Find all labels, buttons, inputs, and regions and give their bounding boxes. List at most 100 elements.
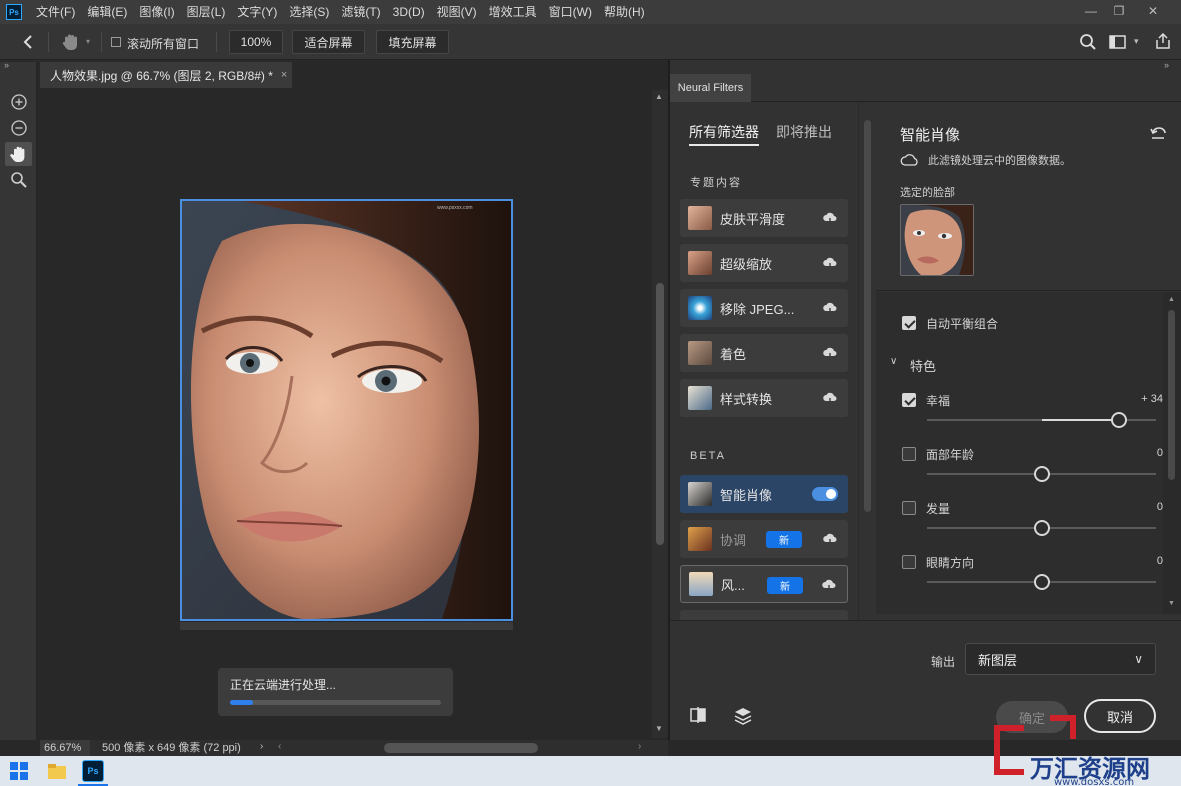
minimize-icon[interactable]: — xyxy=(1076,0,1106,22)
scroll-all-checkbox[interactable] xyxy=(111,37,121,47)
chevron-down-icon[interactable]: ∨ xyxy=(890,356,897,367)
hand-tool-icon[interactable] xyxy=(5,142,32,166)
facial-age-checkbox[interactable] xyxy=(902,447,916,461)
progress-bar xyxy=(230,700,441,705)
neural-filters-tab[interactable]: Neural Filters xyxy=(670,74,751,102)
zoom-in-icon[interactable] xyxy=(5,90,32,114)
menu-image[interactable]: 图像(I) xyxy=(133,0,180,24)
status-chevron-icon[interactable]: › xyxy=(260,741,263,752)
hair-thickness-slider-track[interactable] xyxy=(927,520,1156,536)
vertical-scrollbar[interactable]: ▲ ▼ xyxy=(652,90,668,738)
settings-scroll-thumb[interactable] xyxy=(1168,310,1175,480)
cloud-download-icon[interactable] xyxy=(822,300,838,316)
windows-start-icon[interactable] xyxy=(8,760,30,782)
filter-item-style-transfer[interactable]: 样式转换 xyxy=(680,379,848,417)
search-icon[interactable] xyxy=(1079,33,1097,51)
menu-layer[interactable]: 图层(L) xyxy=(181,0,232,24)
filter-list-scrollbar[interactable] xyxy=(858,102,876,620)
eye-direction-checkbox[interactable] xyxy=(902,555,916,569)
facial-age-slider-knob[interactable] xyxy=(1033,466,1050,482)
status-bar: 66.67% 500 像素 x 649 像素 (72 ppi) › ‹ › xyxy=(40,740,668,756)
menu-file[interactable]: 文件(F) xyxy=(30,0,81,24)
output-select[interactable]: 新图层 ∨ xyxy=(965,643,1156,675)
smart-portrait-toggle[interactable] xyxy=(812,487,838,501)
menu-window[interactable]: 窗口(W) xyxy=(543,0,598,24)
tab-all-filters[interactable]: 所有筛选器 xyxy=(689,122,759,142)
compare-icon[interactable] xyxy=(688,705,708,725)
facial-age-slider-track[interactable] xyxy=(927,466,1156,482)
scroll-up-icon[interactable]: ▲ xyxy=(1168,296,1175,303)
settings-scrollbar[interactable]: ▲ ▼ xyxy=(1163,292,1181,614)
close-icon[interactable]: ✕ xyxy=(1138,0,1168,22)
scroll-right-icon[interactable]: › xyxy=(638,741,641,752)
hair-thickness-checkbox[interactable] xyxy=(902,501,916,515)
zoom-100-button[interactable]: 100% xyxy=(229,30,283,54)
menu-help[interactable]: 帮助(H) xyxy=(598,0,651,24)
cloud-note: 此滤镜处理云中的图像数据。 xyxy=(900,152,1071,168)
reset-icon[interactable] xyxy=(1148,124,1168,142)
restore-icon[interactable]: ❐ xyxy=(1104,0,1134,22)
svg-text:www.psxxx.com: www.psxxx.com xyxy=(437,205,473,211)
filter-item-landscape-mixer[interactable]: 风... 新 xyxy=(680,565,848,603)
filter-item-jpeg-removal[interactable]: 移除 JPEG... xyxy=(680,289,848,327)
zoom-out-icon[interactable] xyxy=(5,116,32,140)
scroll-left-icon[interactable]: ‹ xyxy=(278,741,281,752)
filter-list-scroll-thumb[interactable] xyxy=(864,120,871,512)
status-zoom[interactable]: 66.67% xyxy=(40,740,90,756)
selected-face-thumbnail[interactable] xyxy=(900,204,974,276)
happiness-checkbox[interactable] xyxy=(902,393,916,407)
menu-plugins[interactable]: 增效工具 xyxy=(483,0,543,24)
workspace-icon[interactable] xyxy=(1109,34,1127,50)
close-tab-icon[interactable]: × xyxy=(281,69,287,81)
horizontal-scroll-thumb[interactable] xyxy=(384,743,538,753)
happiness-slider-knob[interactable] xyxy=(1111,412,1128,428)
watermark-url: www.dosxs.com xyxy=(1054,777,1134,786)
cloud-download-icon[interactable] xyxy=(822,531,838,547)
filter-item-skin-smoothing[interactable]: 皮肤平滑度 xyxy=(680,199,848,237)
filter-item-harmonization[interactable]: 协调 新 xyxy=(680,520,848,558)
happiness-slider-track[interactable] xyxy=(927,412,1156,428)
workspace-chevron-icon[interactable]: ▾ xyxy=(1134,36,1139,47)
menu-bar: Ps 文件(F) 编辑(E) 图像(I) 图层(L) 文字(Y) 选择(S) 滤… xyxy=(0,0,1181,24)
filter-label: 协调 xyxy=(720,532,747,548)
cloud-download-icon[interactable] xyxy=(822,255,838,271)
menu-type[interactable]: 文字(Y) xyxy=(231,0,283,24)
canvas-bottom-edge xyxy=(180,622,513,630)
tool-preset-chevron-icon[interactable]: ▾ xyxy=(86,37,90,46)
fill-screen-button[interactable]: 填充屏幕 xyxy=(376,30,449,54)
filter-item-super-zoom[interactable]: 超级缩放 xyxy=(680,244,848,282)
scroll-down-icon[interactable]: ▼ xyxy=(655,724,663,733)
zoom-tool-icon[interactable] xyxy=(5,168,32,192)
eye-direction-slider-track[interactable] xyxy=(927,574,1156,590)
vertical-scroll-thumb[interactable] xyxy=(656,283,664,545)
cloud-download-icon[interactable] xyxy=(822,345,838,361)
filter-item-smart-portrait[interactable]: 智能肖像 xyxy=(680,475,848,513)
collapse-panel-icon[interactable]: » xyxy=(1164,60,1169,70)
menu-filter[interactable]: 滤镜(T) xyxy=(335,0,386,24)
facial-age-value: 0 xyxy=(1156,447,1163,459)
happiness-value: + 34 xyxy=(1141,393,1163,405)
filter-item-colorize[interactable]: 着色 xyxy=(680,334,848,372)
cloud-download-icon[interactable] xyxy=(822,210,838,226)
share-icon[interactable] xyxy=(1154,32,1172,50)
scroll-down-icon[interactable]: ▼ xyxy=(1168,600,1175,607)
back-arrow-icon[interactable] xyxy=(18,32,38,52)
cloud-download-icon[interactable] xyxy=(821,577,837,593)
new-badge: 新 xyxy=(767,577,803,594)
fit-screen-button[interactable]: 适合屏幕 xyxy=(292,30,365,54)
hair-thickness-slider-knob[interactable] xyxy=(1033,520,1050,536)
menu-view[interactable]: 视图(V) xyxy=(431,0,483,24)
auto-balance-checkbox[interactable] xyxy=(902,316,916,330)
eye-direction-slider-knob[interactable] xyxy=(1033,574,1050,590)
menu-3d[interactable]: 3D(D) xyxy=(387,0,431,24)
layers-icon[interactable] xyxy=(732,705,754,727)
scroll-up-icon[interactable]: ▲ xyxy=(655,92,663,101)
menu-edit[interactable]: 编辑(E) xyxy=(81,0,133,24)
hand-tool-icon[interactable] xyxy=(60,32,82,52)
tab-coming-soon[interactable]: 即将推出 xyxy=(776,122,832,142)
document-tab[interactable]: 人物效果.jpg @ 66.7% (图层 2, RGB/8#) * × xyxy=(40,62,292,88)
menu-select[interactable]: 选择(S) xyxy=(283,0,335,24)
photoshop-taskbar-icon[interactable]: Ps xyxy=(82,760,104,782)
cloud-download-icon[interactable] xyxy=(822,390,838,406)
file-explorer-icon[interactable] xyxy=(46,760,68,782)
